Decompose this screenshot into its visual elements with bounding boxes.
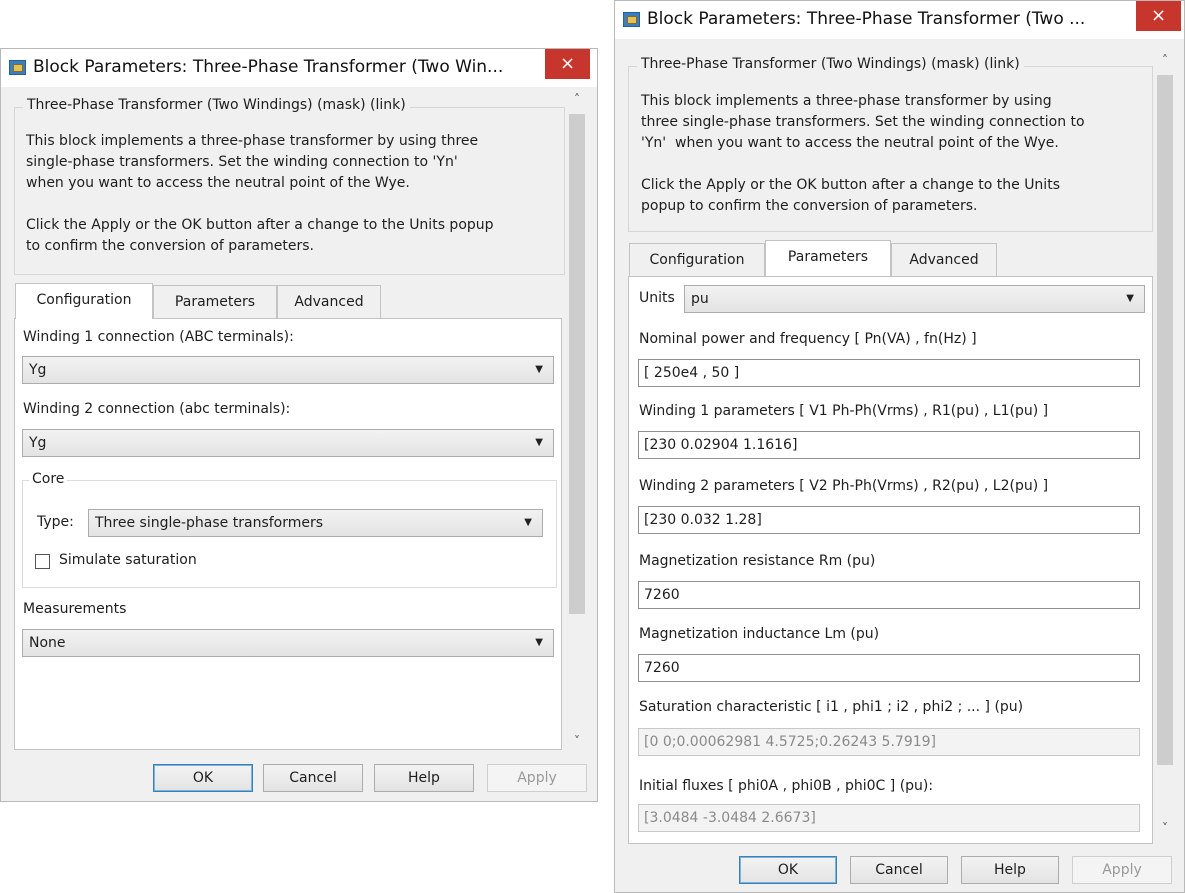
description-legend: Three-Phase Transformer (Two Windings) (…	[637, 56, 1024, 72]
magnetization-inductance-input[interactable]: 7260	[638, 654, 1140, 682]
title-bar[interactable]: Block Parameters: Three-Phase Transforme…	[1, 49, 597, 87]
winding1-parameters-label: Winding 1 parameters [ V1 Ph-Ph(Vrms) , …	[639, 403, 1049, 419]
initial-fluxes-label: Initial fluxes [ phi0A , phi0B , phi0C ]…	[639, 778, 934, 794]
scroll-up-icon[interactable]: ˄	[567, 92, 587, 110]
description-text: This block implements a three-phase tran…	[26, 133, 494, 254]
saturation-characteristic-label: Saturation characteristic [ i1 , phi1 ; …	[639, 699, 1024, 715]
window-title: Block Parameters: Three-Phase Transforme…	[33, 57, 504, 77]
winding2-parameters-label: Winding 2 parameters [ V2 Ph-Ph(Vrms) , …	[639, 478, 1049, 494]
scroll-up-icon[interactable]: ˄	[1155, 53, 1175, 71]
tab-parameters[interactable]: Parameters	[765, 240, 891, 276]
chevron-down-icon: ▼	[535, 437, 543, 448]
nominal-power-label: Nominal power and frequency [ Pn(VA) , f…	[639, 331, 977, 347]
winding1-parameters-input[interactable]: [230 0.02904 1.1616]	[638, 431, 1140, 459]
dialog-block-parameters-configuration: Block Parameters: Three-Phase Transforme…	[0, 48, 598, 802]
winding1-connection-select[interactable]: Yg ▼	[22, 356, 554, 384]
magnetization-inductance-label: Magnetization inductance Lm (pu)	[639, 626, 880, 642]
help-button[interactable]: Help	[961, 856, 1059, 884]
measurements-value: None	[29, 635, 66, 651]
cancel-button[interactable]: Cancel	[850, 856, 948, 884]
core-type-label: Type:	[37, 514, 74, 530]
tab-configuration[interactable]: Configuration	[629, 243, 765, 277]
simulate-saturation-checkbox[interactable]	[35, 554, 50, 569]
scroll-down-icon[interactable]: ˅	[1155, 821, 1175, 839]
scroll-thumb[interactable]	[1157, 75, 1173, 765]
units-value: pu	[691, 291, 709, 307]
core-type-select[interactable]: Three single-phase transformers ▼	[88, 509, 543, 537]
title-bar[interactable]: Block Parameters: Three-Phase Transforme…	[615, 1, 1184, 39]
close-button[interactable]: ×	[545, 49, 590, 79]
vertical-scrollbar[interactable]: ˄ ˅	[567, 92, 587, 752]
simulink-app-icon	[9, 60, 26, 75]
tab-configuration[interactable]: Configuration	[15, 283, 153, 319]
magnetization-resistance-input[interactable]: 7260	[638, 581, 1140, 609]
winding1-connection-label: Winding 1 connection (ABC terminals):	[23, 329, 294, 345]
measurements-label: Measurements	[23, 601, 127, 617]
chevron-down-icon: ▼	[535, 637, 543, 648]
chevron-down-icon: ▼	[535, 364, 543, 375]
dialog-block-parameters-parameters: Block Parameters: Three-Phase Transforme…	[614, 0, 1185, 893]
winding2-connection-value: Yg	[29, 435, 47, 451]
ok-button[interactable]: OK	[739, 856, 837, 884]
window-title: Block Parameters: Three-Phase Transforme…	[647, 9, 1086, 29]
core-type-value: Three single-phase transformers	[95, 515, 324, 531]
description-text: This block implements a three-phase tran…	[641, 93, 1085, 214]
core-legend: Core	[29, 471, 68, 487]
cancel-button[interactable]: Cancel	[263, 764, 363, 792]
chevron-down-icon: ▼	[1126, 293, 1134, 304]
configuration-panel: Winding 1 connection (ABC terminals): Yg…	[14, 318, 562, 750]
magnetization-resistance-label: Magnetization resistance Rm (pu)	[639, 553, 876, 569]
saturation-characteristic-input: [0 0;0.00062981 4.5725;0.26243 5.7919]	[638, 728, 1140, 756]
scroll-down-icon[interactable]: ˅	[567, 734, 587, 752]
vertical-scrollbar[interactable]: ˄ ˅	[1155, 53, 1175, 839]
ok-button[interactable]: OK	[153, 764, 253, 792]
winding2-parameters-input[interactable]: [230 0.032 1.28]	[638, 506, 1140, 534]
chevron-down-icon: ▼	[524, 517, 532, 528]
tab-advanced[interactable]: Advanced	[277, 285, 381, 319]
apply-button[interactable]: Apply	[1072, 856, 1172, 884]
units-select[interactable]: pu ▼	[684, 285, 1145, 313]
tab-advanced[interactable]: Advanced	[891, 243, 997, 277]
winding2-connection-select[interactable]: Yg ▼	[22, 429, 554, 457]
winding1-connection-value: Yg	[29, 362, 47, 378]
initial-fluxes-input: [3.0484 -3.0484 2.6673]	[638, 804, 1140, 832]
close-button[interactable]: ×	[1136, 1, 1181, 31]
tab-parameters[interactable]: Parameters	[153, 285, 277, 319]
units-label: Units	[639, 290, 675, 306]
apply-button[interactable]: Apply	[487, 764, 587, 792]
parameters-panel: Units pu ▼ Nominal power and frequency […	[628, 276, 1153, 844]
simulate-saturation-label: Simulate saturation	[59, 552, 197, 568]
scroll-thumb[interactable]	[569, 114, 585, 614]
simulink-app-icon	[623, 12, 640, 27]
measurements-select[interactable]: None ▼	[22, 629, 554, 657]
help-button[interactable]: Help	[374, 764, 474, 792]
description-legend: Three-Phase Transformer (Two Windings) (…	[23, 97, 410, 113]
winding2-connection-label: Winding 2 connection (abc terminals):	[23, 401, 291, 417]
nominal-power-input[interactable]: [ 250e4 , 50 ]	[638, 359, 1140, 387]
